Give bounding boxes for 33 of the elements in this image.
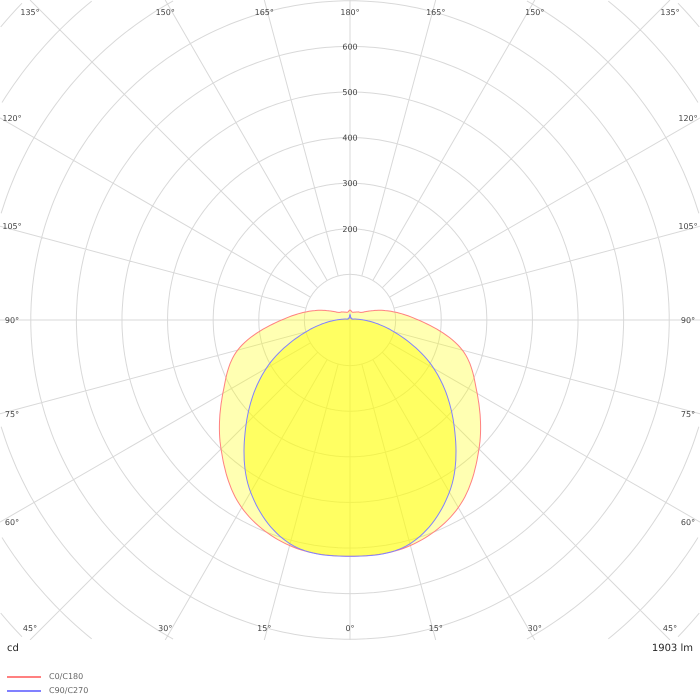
angle-label: 90° bbox=[680, 316, 696, 325]
angle-label: 45° bbox=[22, 624, 38, 633]
angle-label: 165° bbox=[254, 8, 274, 17]
radial-scale-label: 300 bbox=[342, 179, 358, 188]
angle-label: 75° bbox=[680, 410, 696, 419]
angle-label: 15° bbox=[428, 624, 443, 633]
angle-label: 45° bbox=[662, 624, 678, 633]
angle-label: 150° bbox=[525, 8, 544, 17]
radial-scale-label: 600 bbox=[342, 42, 358, 52]
angle-label: 120° bbox=[678, 114, 698, 123]
luminous-flux-label: 1903 lm bbox=[652, 643, 693, 656]
angle-label: 90° bbox=[4, 316, 20, 325]
angle-label: 120° bbox=[2, 114, 22, 123]
angle-label: 105° bbox=[2, 222, 22, 232]
angle-label: 30° bbox=[158, 624, 172, 633]
angle-label: 105° bbox=[678, 222, 698, 232]
angle-label: 75° bbox=[4, 410, 20, 419]
angle-label: 165° bbox=[426, 8, 446, 17]
angle-label: 180° bbox=[340, 8, 360, 17]
legend-label: C0/C180 bbox=[49, 672, 84, 681]
radial-scale-label: 200 bbox=[342, 224, 358, 234]
angle-label: 135° bbox=[20, 8, 40, 17]
angle-label: 15° bbox=[257, 624, 272, 633]
unit-label: cd bbox=[7, 643, 19, 656]
angle-label: 135° bbox=[660, 8, 680, 17]
angle-label: 0° bbox=[345, 624, 355, 633]
angle-label: 150° bbox=[156, 8, 175, 17]
angle-label: 60° bbox=[680, 518, 696, 528]
angle-label: 30° bbox=[528, 624, 542, 633]
radial-scale-label: 400 bbox=[342, 134, 358, 143]
angle-label: 60° bbox=[4, 518, 20, 528]
legend-label: C90/C270 bbox=[49, 686, 88, 695]
radial-scale-label: 500 bbox=[342, 88, 358, 97]
